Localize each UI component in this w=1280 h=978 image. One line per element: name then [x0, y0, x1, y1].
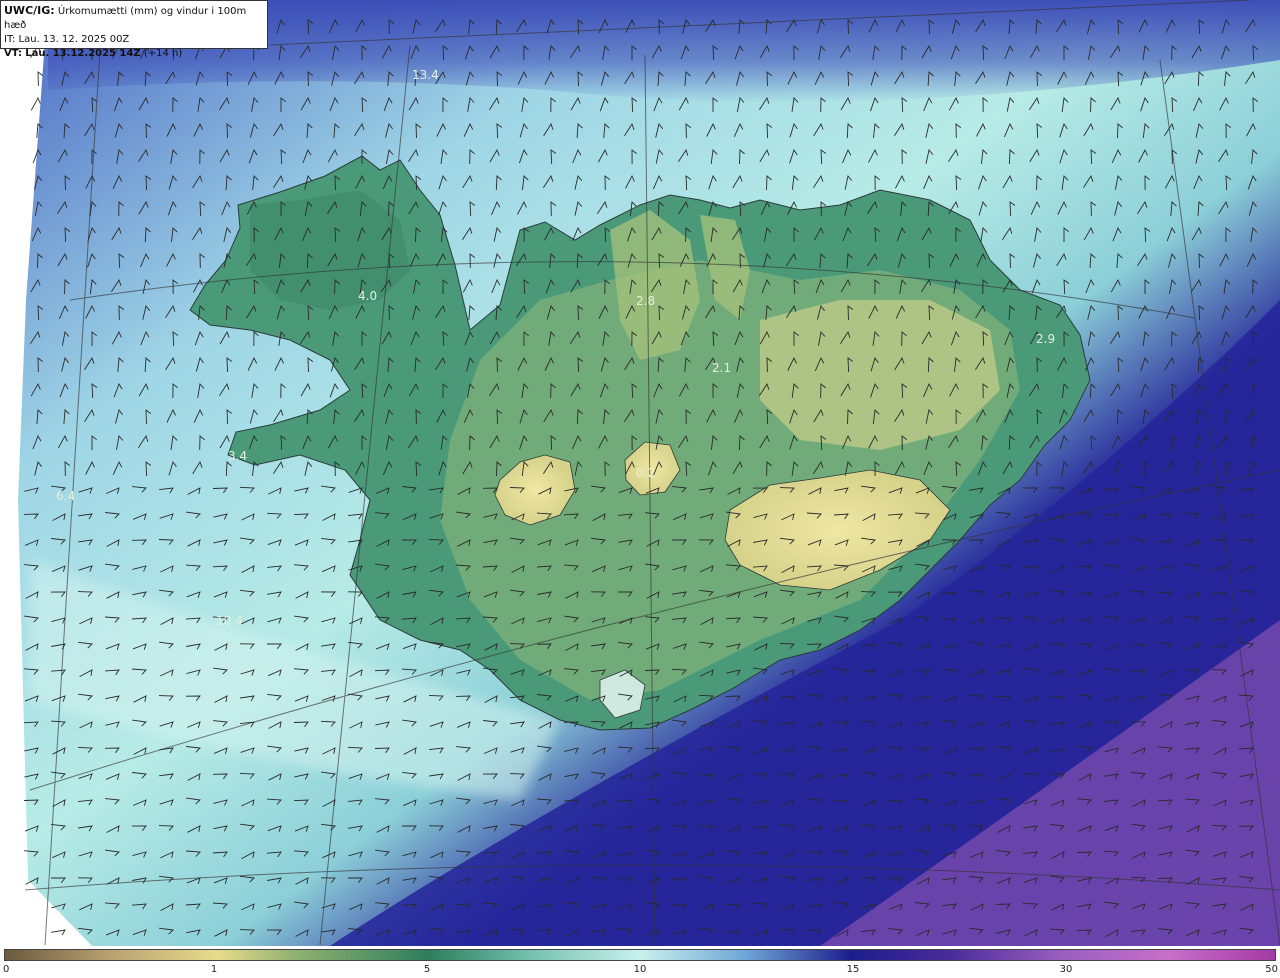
wind-barb	[51, 929, 66, 936]
init-time-line: IT: Lau. 13. 12. 2025 00Z	[4, 33, 263, 47]
colorbar-tick-30: 30	[1059, 964, 1073, 975]
map-canvas: 13.4 4.0 2.8 2.1 2.9 3.4 6.4 0.2 10.4	[18, 0, 1280, 946]
init-time: Lau. 13. 12. 2025 00Z	[18, 34, 130, 45]
precipitation-colorbar: 0 1 5 10 15 30 50	[0, 946, 1280, 978]
map-label-southwest-sea: 10.4	[216, 614, 243, 628]
colorbar-tick-0: 0	[3, 964, 10, 975]
valid-time-line: VT: Lau. 13.12.2025 14Z (+14 h)	[4, 47, 263, 61]
map-label-westfjords: 4.0	[358, 289, 377, 303]
colorbar-tick-1: 1	[210, 964, 218, 975]
lead-time: (+14 h)	[143, 48, 183, 59]
title-line: UWC/IG: Úrkomumætti (mm) og vindur i 100…	[4, 4, 263, 33]
forecast-info-box: UWC/IG: Úrkomumætti (mm) og vindur i 100…	[0, 0, 268, 59]
model-name: UWC/IG:	[4, 4, 55, 17]
precipitation-map: 13.4 4.0 2.8 2.1 2.9 3.4 6.4 0.2 10.4	[0, 0, 1280, 946]
valid-prefix: VT:	[4, 48, 23, 59]
colorbar-tick-5: 5	[423, 964, 431, 975]
map-label-east: 2.9	[1036, 332, 1055, 346]
colorbar-tick-10: 10	[633, 964, 647, 975]
map-label-west-sea: 6.4	[56, 489, 75, 503]
colorbar-strip	[4, 949, 1276, 961]
colorbar-tick-50: 50	[1265, 964, 1278, 975]
colorbar-tick-15: 15	[846, 964, 860, 975]
map-label-nw-sea: 13.4	[412, 68, 439, 82]
map-label-north-2: 2.1	[712, 361, 731, 375]
wind-barb	[30, 96, 41, 111]
valid-time: Lau. 13.12.2025 14Z	[25, 48, 141, 59]
map-label-north-1: 2.8	[636, 294, 655, 308]
map-label-snaefellsnes: 3.4	[228, 449, 247, 463]
init-prefix: IT:	[4, 34, 16, 45]
map-label-highlands: 0.2	[636, 466, 655, 480]
